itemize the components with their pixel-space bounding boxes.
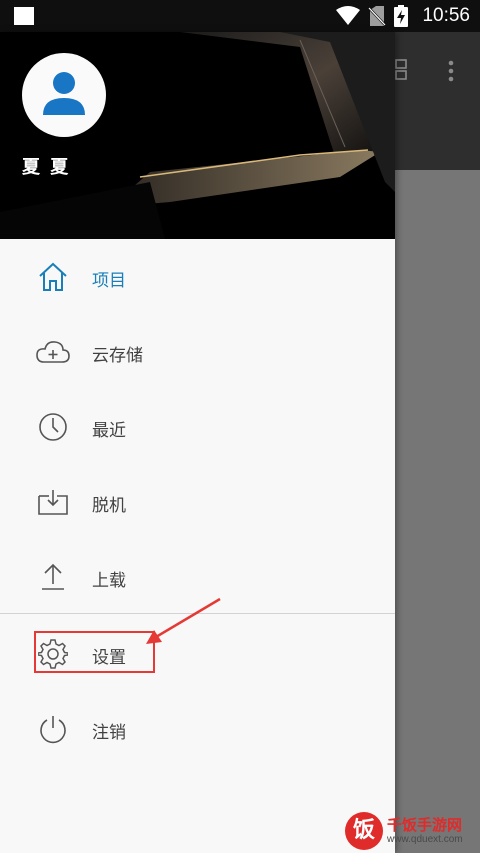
- watermark: 饭 千饭手游网 www.qduext.com: [345, 812, 480, 853]
- download-box-icon: [36, 485, 70, 519]
- notification-icon: [14, 7, 34, 25]
- home-icon: [36, 260, 70, 294]
- menu-item-label: 上载: [92, 571, 126, 591]
- menu-item-logout[interactable]: 注销: [0, 698, 395, 760]
- annotation-arrow-icon: [146, 597, 221, 644]
- drawer-header: 夏 夏: [0, 32, 395, 239]
- user-name: 夏 夏: [22, 157, 71, 178]
- wifi-icon: [336, 6, 361, 25]
- clock-icon: [36, 410, 70, 444]
- upload-icon: [36, 560, 70, 594]
- avatar[interactable]: [22, 53, 106, 137]
- menu-item-label: 项目: [92, 271, 126, 291]
- watermark-logo: 饭: [345, 812, 383, 850]
- battery-charging-icon: [394, 5, 409, 27]
- no-sim-icon: [368, 6, 387, 26]
- background-app-bar: [395, 32, 480, 170]
- menu-item-label: 脱机: [92, 496, 126, 516]
- menu-item-offline[interactable]: 脱机: [0, 471, 395, 533]
- grid-view-icon[interactable]: [395, 59, 409, 81]
- watermark-name: 千饭手游网: [387, 816, 463, 834]
- menu-item-cloud-storage[interactable]: 云存储: [0, 321, 395, 383]
- status-icons: 10:56: [336, 0, 470, 32]
- more-vert-icon[interactable]: [448, 60, 454, 82]
- settings-highlight-box: [34, 631, 155, 673]
- power-icon: [36, 712, 70, 746]
- watermark-url: www.qduext.com: [387, 834, 463, 845]
- clock-time: 10:56: [422, 5, 470, 26]
- menu-item-label: 最近: [92, 421, 126, 441]
- menu-item-label: 注销: [92, 723, 126, 743]
- cloud-add-icon: [36, 335, 70, 369]
- status-bar: 10:56: [0, 0, 480, 32]
- menu-item-label: 云存储: [92, 346, 143, 366]
- menu-item-projects[interactable]: 项目: [0, 246, 395, 308]
- person-icon: [43, 72, 85, 115]
- navigation-drawer: 夏 夏 项目 云存储 最近 脱机 上载 设置 注销: [0, 32, 395, 853]
- menu-item-recent[interactable]: 最近: [0, 396, 395, 458]
